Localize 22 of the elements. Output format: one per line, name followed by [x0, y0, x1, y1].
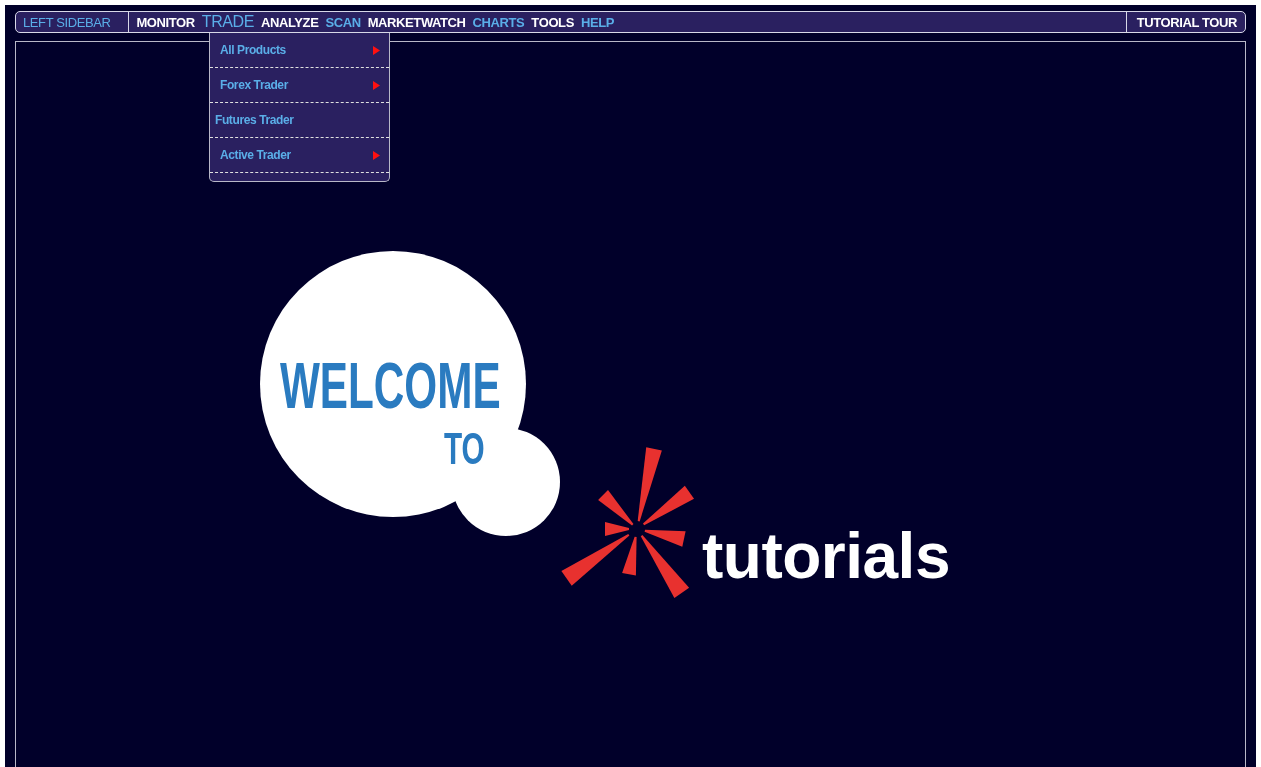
nav-menu-item[interactable]: MONITOR	[136, 14, 195, 30]
dropdown-item[interactable]: All Products	[210, 33, 389, 68]
nav-menu-item[interactable]: HELP	[580, 14, 614, 30]
dropdown-item-label[interactable]: All Products	[220, 43, 286, 57]
dropdown-item-label[interactable]: Futures Trader	[215, 113, 294, 127]
nav-menu-item[interactable]: TRADE	[201, 13, 255, 31]
tutorials-text: tutorials	[702, 524, 950, 588]
to-text: TO	[444, 426, 485, 471]
tutorial-tour-button[interactable]: TUTORIAL TOUR	[1125, 12, 1245, 32]
nav-menu-item[interactable]: MARKETWATCH	[367, 14, 466, 30]
dropdown-item[interactable]: Forex Trader	[210, 68, 389, 103]
dropdown-item-label[interactable]: Active Trader	[220, 148, 291, 162]
nav-menu-item[interactable]: ANALYZE	[261, 14, 319, 30]
dropdown-item[interactable]: Futures Trader	[210, 103, 389, 138]
dropdown-item[interactable]: Active Trader	[210, 138, 389, 173]
dropdown-item-label[interactable]: Forex Trader	[220, 78, 288, 92]
nav-menu-item[interactable]: SCAN	[325, 14, 361, 30]
nav-menu-item[interactable]: CHARTS	[472, 14, 525, 30]
nav-menu-item[interactable]: TOOLS	[531, 14, 574, 30]
welcome-text: WELCOME	[280, 354, 501, 418]
left-sidebar-button[interactable]: LEFT SIDEBAR	[16, 12, 130, 32]
starburst-icon	[561, 447, 694, 599]
